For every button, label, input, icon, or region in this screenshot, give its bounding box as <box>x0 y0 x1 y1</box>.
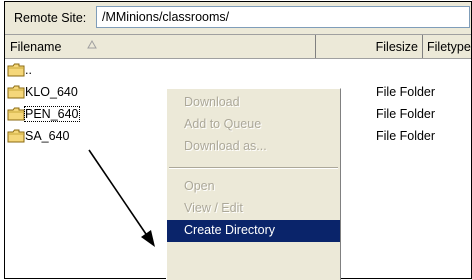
column-label-filesize: Filesize <box>375 40 418 54</box>
file-type: File Folder <box>376 129 436 143</box>
menu-item-view-edit[interactable]: View / Edit <box>167 198 340 220</box>
file-list-header: Filename Filesize Filetype <box>5 35 471 59</box>
file-name: KLO_640 <box>25 85 78 99</box>
menu-item-create-directory[interactable]: Create Directory <box>167 220 340 242</box>
menu-item-label: Add to Queue <box>184 117 262 131</box>
menu-item-label: Create Directory <box>184 223 275 237</box>
file-name: SA_640 <box>25 129 70 143</box>
column-header-filesize[interactable]: Filesize <box>316 35 423 58</box>
column-label-filetype: Filetype <box>427 40 471 54</box>
menu-item-download-as[interactable]: Download as... <box>167 136 340 158</box>
file-type: File Folder <box>376 107 436 121</box>
folder-icon <box>7 63 25 77</box>
menu-item-label: Open <box>184 179 215 193</box>
sort-ascending-icon <box>87 40 97 49</box>
column-label-filename: Filename <box>10 40 62 54</box>
remote-path-field[interactable]: /MMinions/classrooms/ <box>96 6 470 28</box>
folder-icon <box>7 129 25 143</box>
folder-icon <box>7 107 25 121</box>
column-header-filetype[interactable]: Filetype <box>423 35 471 58</box>
menu-item-label: Download <box>184 95 240 109</box>
menu-item-add-to-queue[interactable]: Add to Queue <box>167 114 340 136</box>
file-name: PEN_640 <box>24 106 80 122</box>
file-name: .. <box>25 63 32 77</box>
column-header-filename[interactable]: Filename <box>5 35 316 58</box>
menu-item-open[interactable]: Open <box>167 176 340 198</box>
menu-item-label: Download as... <box>184 139 267 153</box>
file-type: File Folder <box>376 85 436 99</box>
file-row[interactable]: .. <box>5 60 471 82</box>
menu-separator <box>169 167 338 169</box>
remote-site-label: Remote Site: <box>14 11 87 25</box>
remote-site-bar: Remote Site: /MMinions/classrooms/ <box>5 2 471 35</box>
menu-item-label: View / Edit <box>184 201 243 215</box>
menu-item-download[interactable]: Download <box>167 92 340 114</box>
folder-icon <box>7 85 25 99</box>
remote-path-value: /MMinions/classrooms/ <box>102 10 230 24</box>
context-menu: Download Add to Queue Download as... Ope… <box>166 88 341 280</box>
